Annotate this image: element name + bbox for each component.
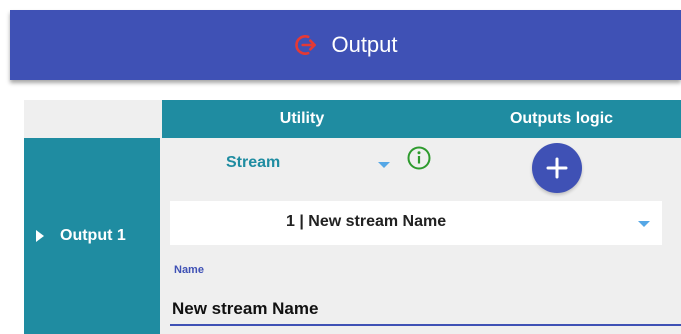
logout-icon xyxy=(295,35,317,55)
expand-triangle-icon[interactable] xyxy=(36,230,44,242)
stream-type-value: Stream xyxy=(226,154,281,171)
plus-icon xyxy=(546,157,568,179)
column-header-outputs-logic: Outputs logic xyxy=(442,100,681,138)
stream-type-select[interactable]: Stream xyxy=(162,140,442,190)
info-icon[interactable] xyxy=(406,145,432,171)
stream-select[interactable]: 1 | New stream Name xyxy=(170,201,662,245)
dropdown-arrow-icon[interactable] xyxy=(378,162,390,168)
add-output-logic-button[interactable] xyxy=(532,143,582,193)
stream-select-value: 1 | New stream Name xyxy=(286,213,447,230)
dropdown-arrow-icon[interactable] xyxy=(638,221,650,227)
page-title: Output xyxy=(331,32,398,57)
name-field-label: Name xyxy=(174,264,204,276)
row-header-output-1[interactable]: Output 1 xyxy=(24,138,160,334)
header-title-group: Output xyxy=(293,32,398,58)
app-header: Output xyxy=(10,10,681,80)
name-input[interactable] xyxy=(170,294,681,324)
row-label: Output 1 xyxy=(60,227,126,244)
name-field: Name xyxy=(170,260,681,330)
column-header-utility: Utility xyxy=(162,100,442,138)
input-underline xyxy=(170,324,681,326)
